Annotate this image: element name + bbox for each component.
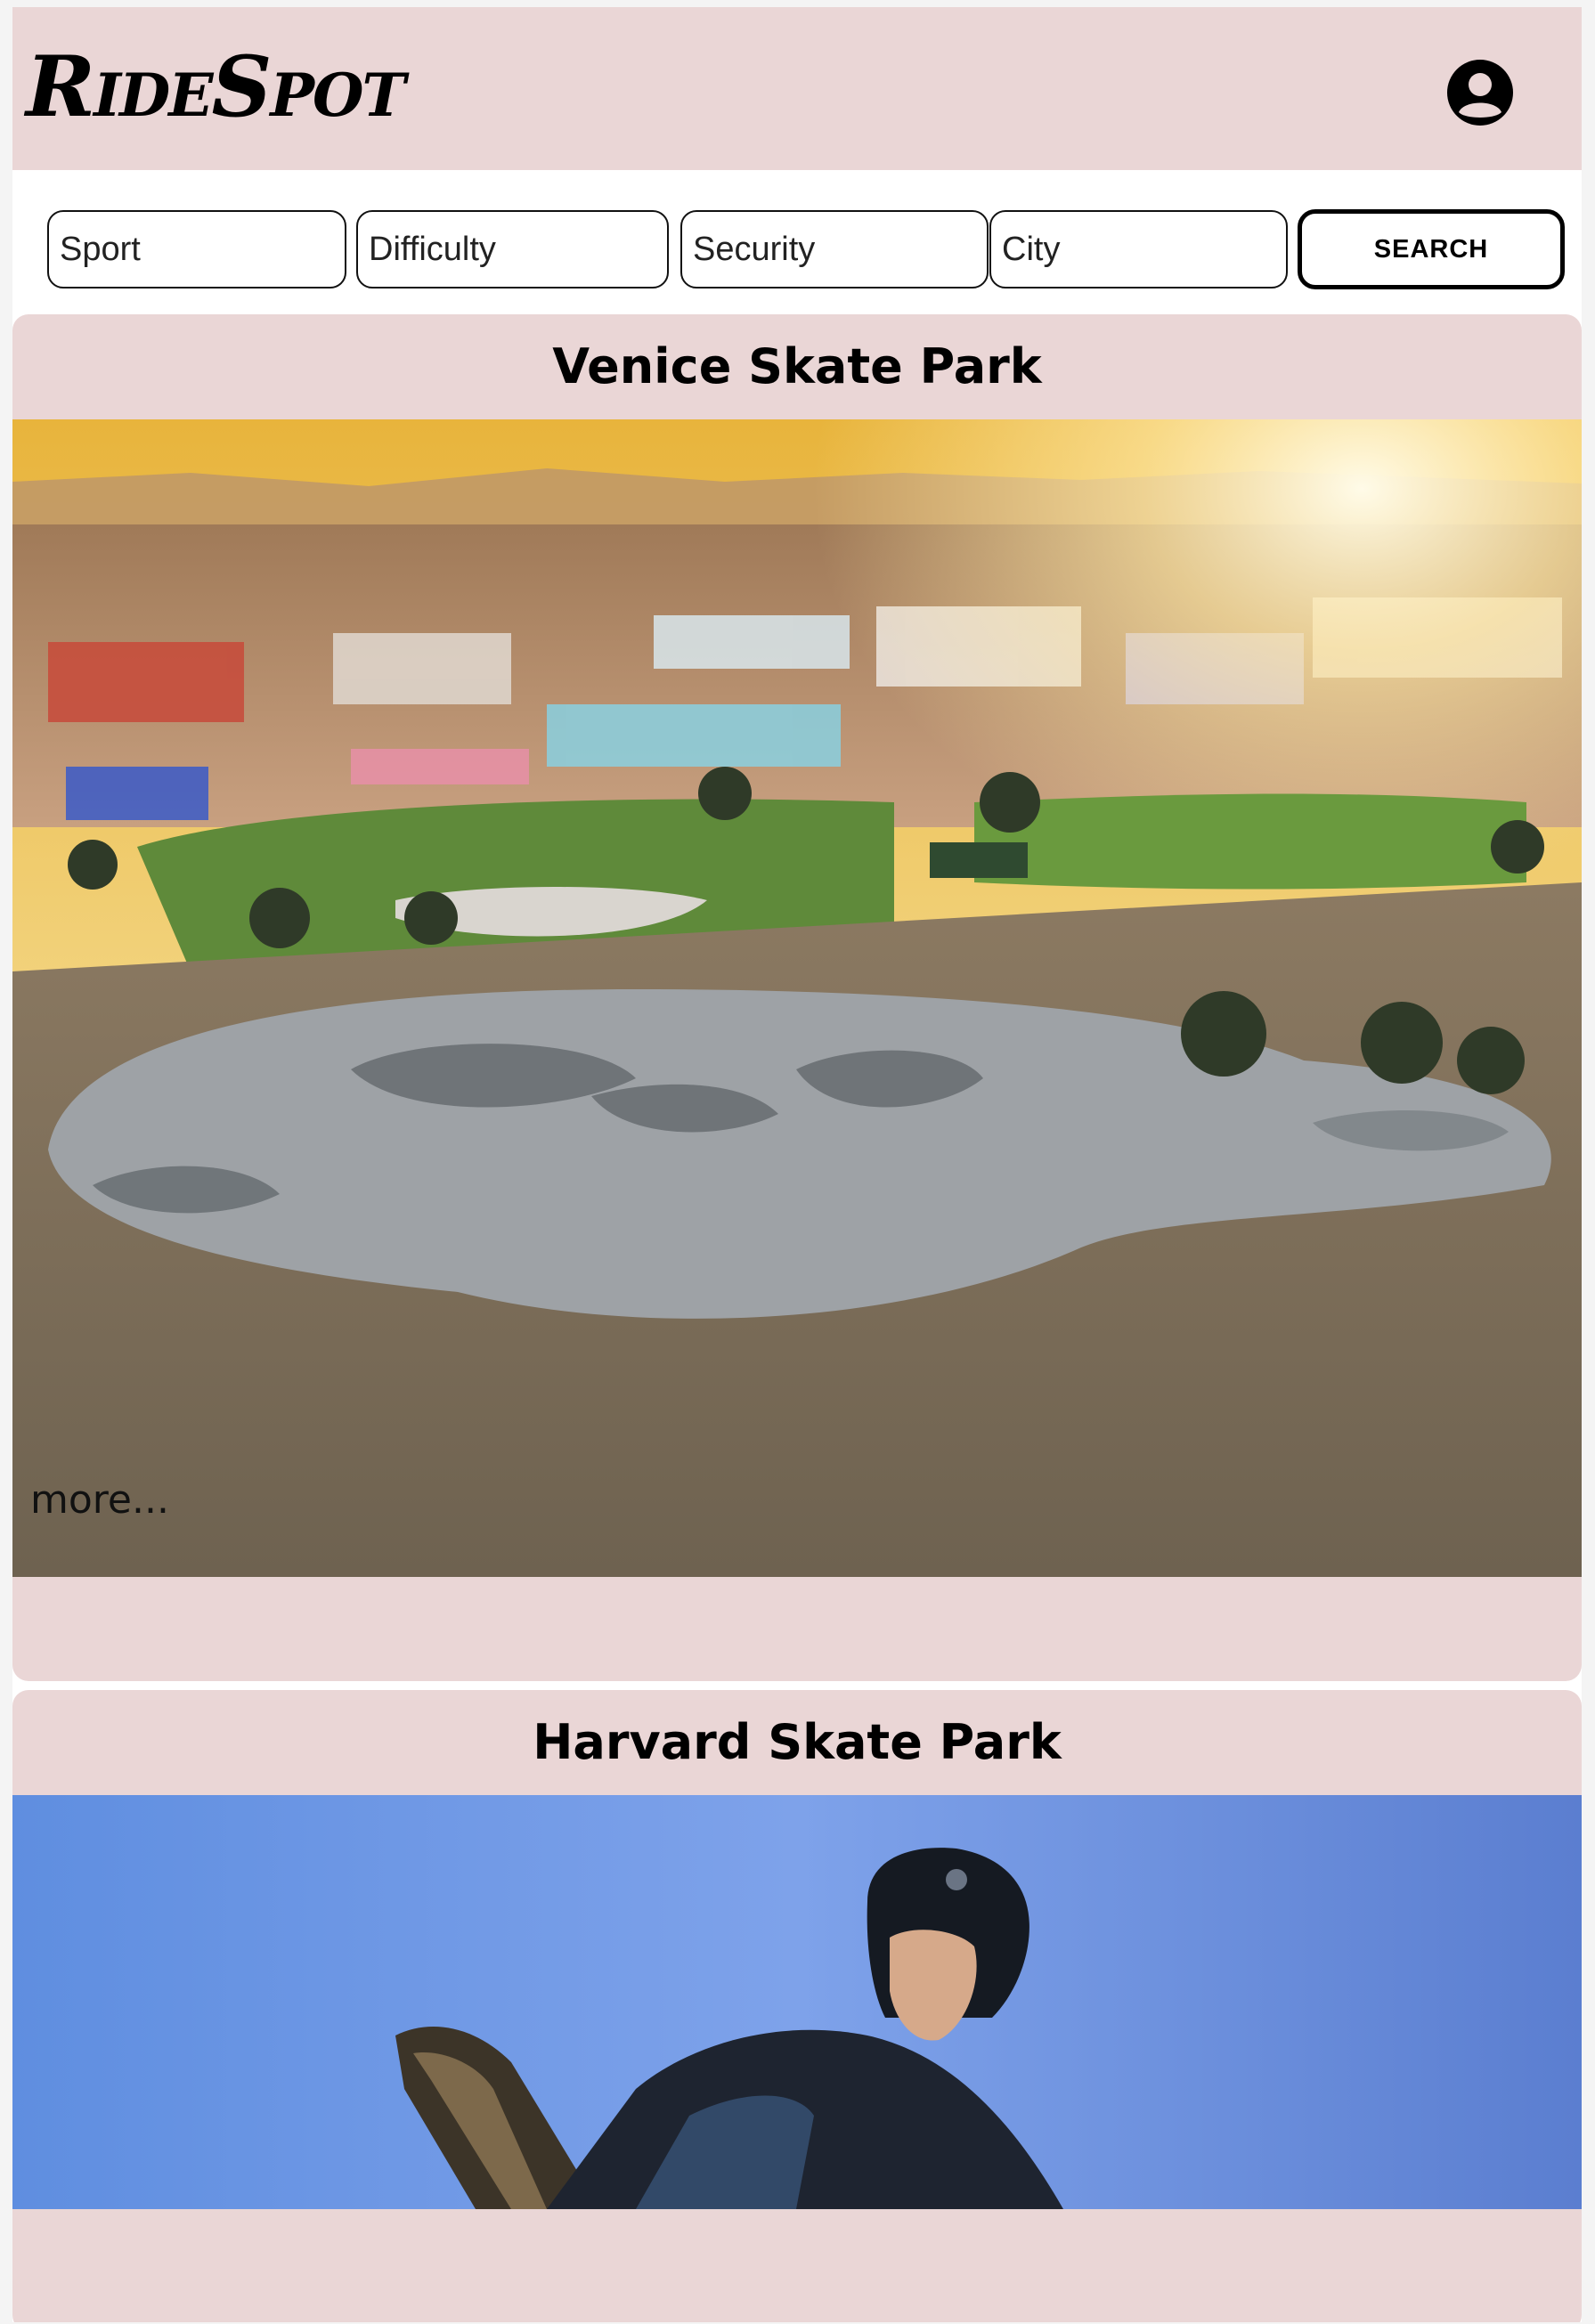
- spot-card[interactable]: Venice Skate Park more...: [12, 314, 1582, 1681]
- app-logo[interactable]: RideSpot: [26, 25, 406, 150]
- spot-photo[interactable]: [12, 419, 1582, 1577]
- filter-bar: SEARCH: [12, 170, 1582, 318]
- security-input[interactable]: [680, 210, 989, 288]
- user-circle-icon-graphic: [1447, 60, 1513, 126]
- header: RideSpot: [12, 7, 1582, 170]
- search-button[interactable]: SEARCH: [1298, 209, 1565, 289]
- page: RideSpot SEARCH Venice Skate Park: [12, 7, 1582, 2322]
- spot-card[interactable]: Harvard Skate Park: [12, 1690, 1582, 2322]
- more-link[interactable]: more...: [30, 1472, 169, 1529]
- user-circle-icon[interactable]: [1446, 59, 1514, 126]
- city-input[interactable]: [989, 210, 1288, 288]
- spot-title[interactable]: Venice Skate Park: [12, 314, 1582, 419]
- sport-input[interactable]: [47, 210, 346, 288]
- difficulty-input[interactable]: [356, 210, 669, 288]
- spot-title[interactable]: Harvard Skate Park: [12, 1690, 1582, 1795]
- spot-photo[interactable]: [12, 1795, 1582, 2209]
